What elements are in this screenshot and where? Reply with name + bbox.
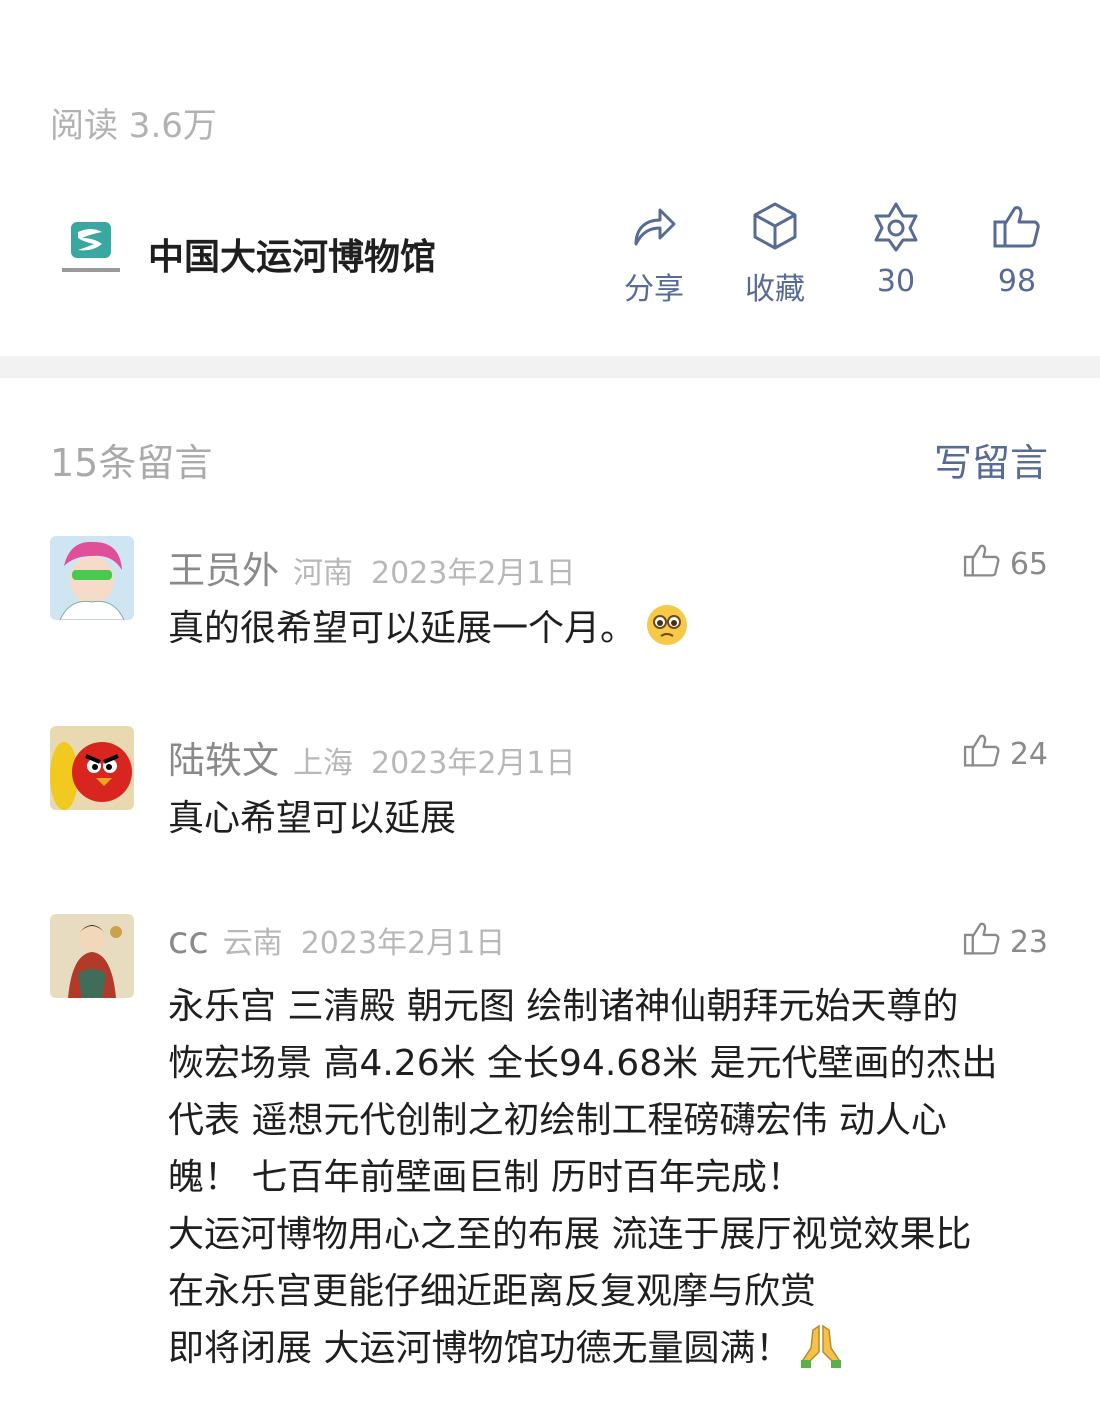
comment-text: 真的很希望可以延展一个月。 [168,600,1058,665]
share-label: 分享 [624,272,684,307]
like-button[interactable]: 98 [957,200,1077,299]
comment-like-button[interactable]: 24 [962,730,1048,772]
author-row: 中国大运河博物馆 分享 收藏 30 98 [0,190,1100,310]
thumbs-up-icon [963,734,1000,767]
comment-like-count: 24 [1009,737,1048,772]
comment-meta: cc 云南 2023年2月1日 [168,918,505,962]
favorite-button[interactable]: 收藏 [715,200,835,308]
wow-button[interactable]: 30 [836,200,956,299]
comment-like-count: 23 [1009,925,1048,960]
comment-line: 即将闭展 大运河博物馆功德无量圆满！ [168,1320,1068,1385]
museum-logo-icon[interactable] [58,220,124,282]
cube-icon [753,202,797,250]
comment-text: 永乐宫 三清殿 朝元图 绘制诸神仙朝拜元始天尊的 恢宏场景 高4.26米 全长9… [168,978,1068,1385]
comment-line: 永乐宫 三清殿 朝元图 绘制诸神仙朝拜元始天尊的 [168,986,959,1027]
comment-meta: 王员外 河南 2023年2月1日 [168,540,576,594]
comment-line: 魄！ 七百年前壁画巨制 历时百年完成！ [168,1157,803,1198]
comment-line-text: 真的很希望可以延展一个月。 [168,608,637,649]
comment-date: 2023年2月1日 [300,926,506,961]
comment-location: 上海 [293,746,353,781]
comment-line: 恢宏场景 高4.26米 全长94.68米 是元代壁画的杰出 [168,1043,998,1084]
like-count-label: 98 [997,264,1037,299]
share-arrow-icon [634,208,676,246]
comment-line: 真的很希望可以延展一个月。 [168,600,1058,665]
thumbs-up-icon [963,544,1000,577]
share-button[interactable]: 分享 [594,200,714,308]
author-name[interactable]: 中国大运河博物馆 [148,228,436,280]
article-footer-page: 阅读 3.6万 中国大运河博物馆 分享 收藏 30 98 15条留言 写留言 王… [0,0,1100,1420]
favorite-label: 收藏 [745,272,805,307]
comment-location: 云南 [222,926,283,961]
folded-hands-icon [799,1322,843,1385]
comment-like-button[interactable]: 23 [962,918,1048,960]
avatar[interactable] [50,536,134,620]
comment-line: 在永乐宫更能仔细近距离反复观摩与欣赏 [168,1271,817,1312]
comment-location: 河南 [293,556,353,591]
comment-meta: 陆轶文 上海 2023年2月1日 [168,730,576,784]
comments-header: 15条留言 写留言 [0,432,1100,485]
pleading-face-icon [644,602,690,665]
comment-line-text: 即将闭展 大运河博物馆功德无量圆满！ [168,1328,792,1369]
write-comment-button[interactable]: 写留言 [934,432,1048,487]
comment-date: 2023年2月1日 [371,746,576,781]
thumbs-up-icon [993,206,1040,248]
comment-line: 真心希望可以延展 [168,798,457,839]
comment-line: 大运河博物用心之至的布展 流连于展厅视觉效果比 [168,1214,972,1255]
thumbs-up-icon [963,922,1000,955]
comment-nickname[interactable]: 王员外 [168,549,279,592]
avatar[interactable] [50,914,134,998]
comment-like-button[interactable]: 65 [962,540,1048,582]
comment-like-count: 65 [1009,547,1048,582]
read-count: 阅读 3.6万 [50,106,217,146]
comments-count: 15条留言 [50,441,213,485]
section-divider [0,356,1100,378]
comment-line: 代表 遥想元代创制之初绘制工程磅礴宏伟 动人心 [168,1100,947,1141]
comment-text: 真心希望可以延展 [168,790,1058,847]
comment-nickname[interactable]: cc [168,919,209,962]
wow-count: 30 [876,264,916,299]
comment-date: 2023年2月1日 [371,556,576,591]
comment-nickname[interactable]: 陆轶文 [168,739,279,782]
flower-icon [874,202,918,252]
avatar[interactable] [50,726,134,810]
